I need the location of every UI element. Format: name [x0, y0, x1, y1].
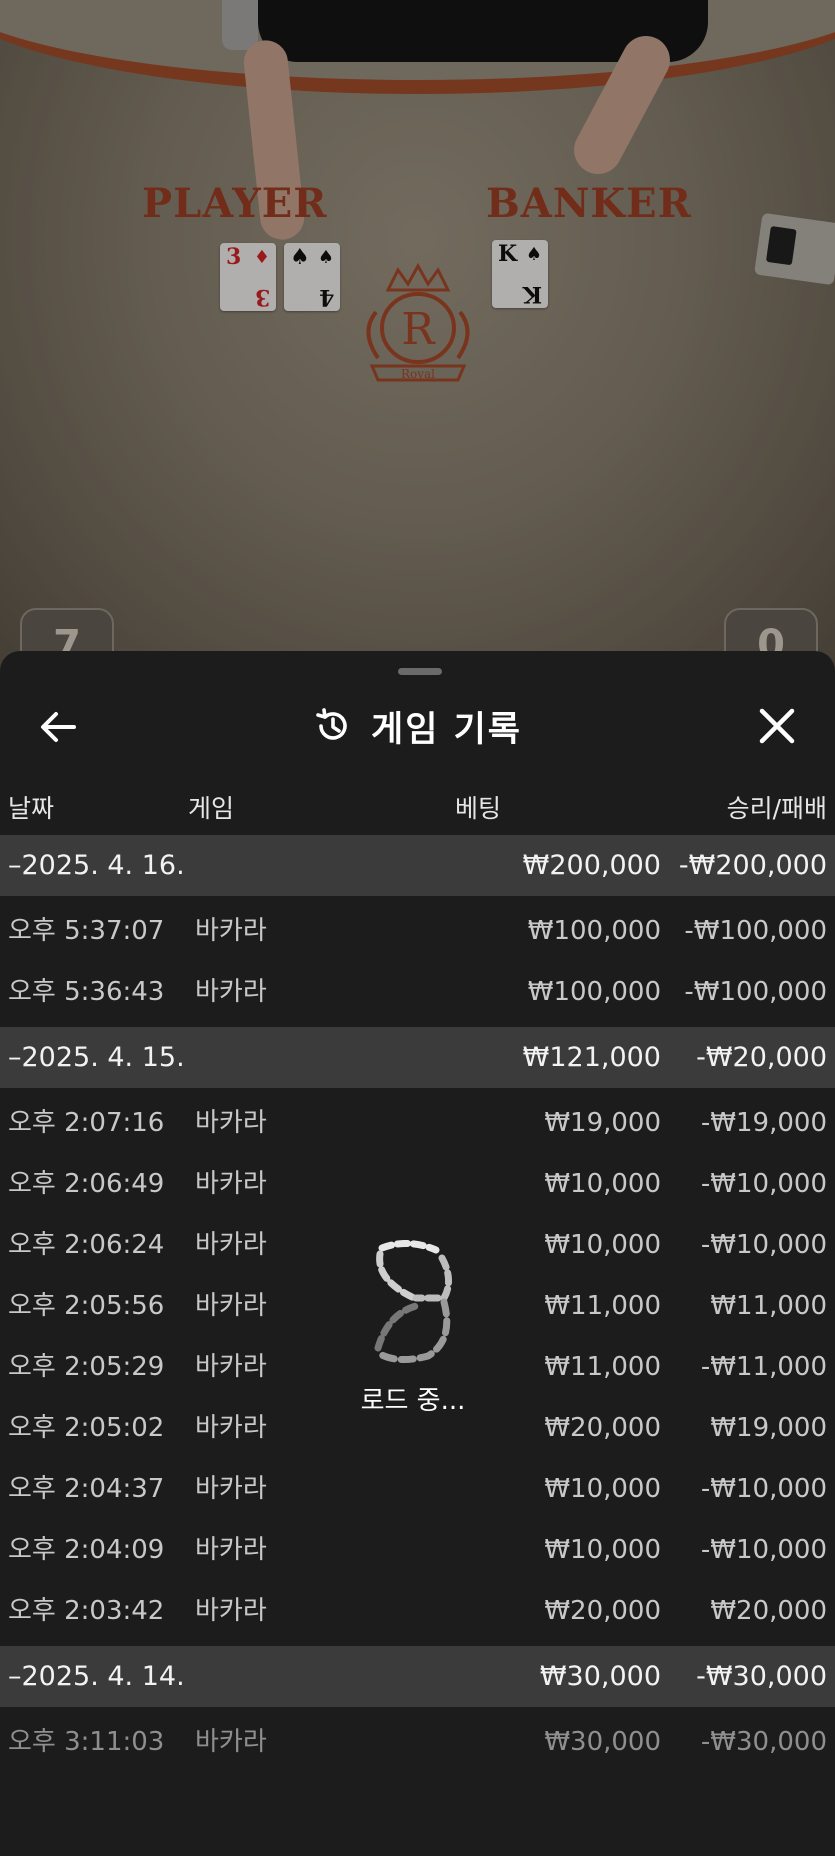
row-time: 오후 2:04:09 — [8, 1535, 165, 1565]
row-bet: ₩10,000 — [544, 1230, 661, 1260]
column-date: 날짜 — [8, 794, 55, 823]
sheet-header: 게임 기록 — [0, 691, 835, 761]
row-bet: ₩20,000 — [544, 1413, 661, 1443]
row-bet: ₩10,000 — [544, 1535, 661, 1565]
date-group-header[interactable]: –2025. 4. 16. ₩200,000 -₩200,000 — [0, 835, 835, 896]
group-winloss-total: -₩20,000 — [696, 1042, 827, 1073]
row-game: 바카라 — [195, 1535, 267, 1565]
row-bet: ₩19,000 — [544, 1108, 661, 1138]
row-game: 바카라 — [195, 1413, 267, 1443]
history-row[interactable]: 오후 2:05:02 바카라 ₩20,000 ₩19,000 — [0, 1398, 835, 1459]
row-winloss: ₩11,000 — [710, 1291, 827, 1321]
group-bet-total: ₩30,000 — [539, 1661, 661, 1692]
row-bet: ₩30,000 — [544, 1727, 661, 1757]
column-bet: 베팅 — [455, 794, 502, 823]
row-winloss: -₩100,000 — [684, 977, 827, 1007]
date-group-header[interactable]: –2025. 4. 14. ₩30,000 -₩30,000 — [0, 1646, 835, 1707]
date-group-header[interactable]: –2025. 4. 15. ₩121,000 -₩20,000 — [0, 1027, 835, 1088]
row-winloss: ₩19,000 — [710, 1413, 827, 1443]
row-time: 오후 3:11:03 — [8, 1727, 165, 1757]
row-time: 오후 2:07:16 — [8, 1108, 165, 1138]
arrow-left-icon — [41, 712, 76, 742]
column-winloss: 승리/패배 — [726, 794, 827, 823]
history-list: –2025. 4. 16. ₩200,000 -₩200,000 오후 5:37… — [0, 835, 835, 1773]
group-bet-total: ₩121,000 — [522, 1042, 661, 1073]
history-row[interactable]: 오후 2:05:29 바카라 ₩11,000 -₩11,000 — [0, 1337, 835, 1398]
row-time: 오후 5:36:43 — [8, 977, 165, 1007]
row-time: 오후 5:37:07 — [8, 916, 165, 946]
history-row[interactable]: 오후 2:05:56 바카라 ₩11,000 ₩11,000 — [0, 1276, 835, 1337]
row-winloss: -₩10,000 — [700, 1169, 827, 1199]
row-game: 바카라 — [195, 1169, 267, 1199]
sheet-drag-handle[interactable] — [398, 668, 442, 675]
row-bet: ₩100,000 — [527, 916, 661, 946]
row-bet: ₩20,000 — [544, 1596, 661, 1626]
row-time: 오후 2:06:24 — [8, 1230, 165, 1260]
group-winloss-total: -₩30,000 — [696, 1661, 827, 1692]
row-time: 오후 2:03:42 — [8, 1596, 165, 1626]
row-bet: ₩100,000 — [527, 977, 661, 1007]
sheet-title-group: 게임 기록 — [0, 691, 835, 761]
row-winloss: -₩30,000 — [700, 1727, 827, 1757]
row-time: 오후 2:05:29 — [8, 1352, 165, 1382]
history-row[interactable]: 오후 2:04:37 바카라 ₩10,000 -₩10,000 — [0, 1459, 835, 1520]
back-button[interactable] — [34, 705, 84, 749]
group-date: –2025. 4. 15. — [8, 1042, 185, 1073]
close-button[interactable] — [752, 703, 802, 749]
row-winloss: ₩20,000 — [710, 1596, 827, 1626]
group-winloss-total: -₩200,000 — [678, 850, 827, 881]
sheet-title: 게임 기록 — [371, 709, 522, 750]
history-row[interactable]: 오후 2:07:16 바카라 ₩19,000 -₩19,000 — [0, 1093, 835, 1154]
history-row[interactable]: 오후 5:37:07 바카라 ₩100,000 -₩100,000 — [0, 901, 835, 962]
live-table-video: PLAYER BANKER 3 ♦ 3 ♠ ♠ 4 K ♠ K R Royal … — [0, 0, 835, 680]
row-bet: ₩10,000 — [544, 1474, 661, 1504]
group-date: –2025. 4. 14. — [8, 1661, 185, 1692]
history-row[interactable]: 오후 2:04:09 바카라 ₩10,000 -₩10,000 — [0, 1520, 835, 1581]
row-winloss: -₩11,000 — [700, 1352, 827, 1382]
row-time: 오후 2:05:02 — [8, 1413, 165, 1443]
history-row[interactable]: 오후 3:11:03 바카라 ₩30,000 -₩30,000 — [0, 1712, 835, 1773]
group-date: –2025. 4. 16. — [8, 850, 185, 881]
row-winloss: -₩10,000 — [700, 1535, 827, 1565]
row-game: 바카라 — [195, 1291, 267, 1321]
history-row[interactable]: 오후 2:06:49 바카라 ₩10,000 -₩10,000 — [0, 1154, 835, 1215]
group-bet-total: ₩200,000 — [522, 850, 661, 881]
game-history-sheet: 게임 기록 날짜 게임 베팅 승리/패배 –2025. 4. 16. ₩200,… — [0, 651, 835, 1856]
row-game: 바카라 — [195, 916, 267, 946]
row-winloss: -₩19,000 — [700, 1108, 827, 1138]
row-game: 바카라 — [195, 1474, 267, 1504]
row-bet: ₩10,000 — [544, 1169, 661, 1199]
row-bet: ₩11,000 — [544, 1352, 661, 1382]
row-winloss: -₩10,000 — [700, 1230, 827, 1260]
row-game: 바카라 — [195, 1352, 267, 1382]
row-winloss: -₩100,000 — [684, 916, 827, 946]
row-game: 바카라 — [195, 1108, 267, 1138]
row-game: 바카라 — [195, 1727, 267, 1757]
row-game: 바카라 — [195, 977, 267, 1007]
history-row[interactable]: 오후 2:06:24 바카라 ₩10,000 -₩10,000 — [0, 1215, 835, 1276]
row-time: 오후 2:05:56 — [8, 1291, 165, 1321]
history-row[interactable]: 오후 2:03:42 바카라 ₩20,000 ₩20,000 — [0, 1581, 835, 1642]
column-headers: 날짜 게임 베팅 승리/패배 — [0, 781, 835, 827]
row-game: 바카라 — [195, 1230, 267, 1260]
row-time: 오후 2:06:49 — [8, 1169, 165, 1199]
row-winloss: -₩10,000 — [700, 1474, 827, 1504]
dim-overlay — [0, 0, 835, 680]
row-bet: ₩11,000 — [544, 1291, 661, 1321]
row-game: 바카라 — [195, 1596, 267, 1626]
row-time: 오후 2:04:37 — [8, 1474, 165, 1504]
close-icon — [759, 708, 795, 744]
history-clock-icon — [316, 708, 347, 740]
history-row[interactable]: 오후 5:36:43 바카라 ₩100,000 -₩100,000 — [0, 962, 835, 1023]
column-game: 게임 — [188, 794, 235, 823]
